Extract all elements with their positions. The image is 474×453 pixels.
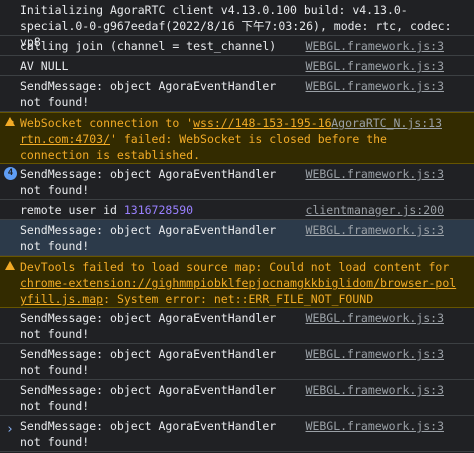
console-message: SendMessage: object AgoraEventHandler no… bbox=[0, 76, 474, 112]
source-link[interactable]: WEBGL.framework.js:3 bbox=[306, 78, 444, 94]
source-link[interactable]: WEBGL.framework.js:3 bbox=[306, 310, 444, 326]
source-link[interactable]: AgoraRTC_N.js:13 bbox=[331, 115, 442, 131]
message-text: SendMessage: object AgoraEventHandler no… bbox=[20, 383, 277, 413]
source-link[interactable]: clientmanager.js:200 bbox=[306, 202, 444, 218]
message-text: SendMessage: object AgoraEventHandler no… bbox=[20, 311, 277, 341]
remote-user-label: remote user id bbox=[20, 203, 124, 217]
console-message: SendMessage: object AgoraEventHandler no… bbox=[0, 416, 474, 452]
warning-suffix: : System error: net::ERR_FILE_NOT_FOUND bbox=[103, 292, 374, 306]
message-text: SendMessage: object AgoraEventHandler no… bbox=[20, 419, 277, 449]
console-message: calling join (channel = test_channel) WE… bbox=[0, 36, 474, 56]
message-text: remote user id 1316728590 bbox=[20, 202, 314, 218]
warning-text: DevTools failed to load source map: Coul… bbox=[20, 259, 460, 307]
console-warning: WebSocket connection to 'wss://148-153-1… bbox=[0, 112, 474, 164]
console-message: SendMessage: object AgoraEventHandler no… bbox=[0, 380, 474, 416]
console-prompt-icon[interactable]: › bbox=[6, 422, 14, 438]
warning-icon bbox=[5, 261, 15, 270]
message-text: SendMessage: object AgoraEventHandler no… bbox=[20, 167, 277, 197]
console-warning: DevTools failed to load source map: Coul… bbox=[0, 256, 474, 308]
warning-prefix: DevTools failed to load source map: Coul… bbox=[20, 260, 450, 274]
message-text: calling join (channel = test_channel) bbox=[20, 39, 277, 53]
source-link[interactable]: WEBGL.framework.js:3 bbox=[306, 346, 444, 362]
source-link[interactable]: WEBGL.framework.js:3 bbox=[306, 222, 444, 238]
source-link[interactable]: WEBGL.framework.js:3 bbox=[306, 418, 444, 434]
message-text: AV NULL bbox=[20, 59, 69, 73]
console-message: SendMessage: object AgoraEventHandler no… bbox=[0, 308, 474, 344]
source-link[interactable]: WEBGL.framework.js:3 bbox=[306, 166, 444, 182]
console-message: remote user id 1316728590 clientmanager.… bbox=[0, 200, 474, 220]
console-message: 4 SendMessage: object AgoraEventHandler … bbox=[0, 164, 474, 200]
warning-prefix: WebSocket connection to ' bbox=[20, 116, 194, 130]
message-text: SendMessage: object AgoraEventHandler no… bbox=[20, 79, 277, 109]
devtools-console: Initializing AgoraRTC client v4.13.0.100… bbox=[0, 0, 474, 453]
remote-user-id: 1316728590 bbox=[123, 203, 194, 217]
source-link[interactable]: WEBGL.framework.js:3 bbox=[306, 58, 444, 74]
expand-arrow-icon[interactable] bbox=[9, 118, 14, 126]
message-text: SendMessage: object AgoraEventHandler no… bbox=[20, 347, 277, 377]
console-message: SendMessage: object AgoraEventHandler no… bbox=[0, 220, 474, 256]
repeat-count-badge: 4 bbox=[4, 167, 17, 180]
message-text: SendMessage: object AgoraEventHandler no… bbox=[20, 223, 277, 253]
console-message: SendMessage: object AgoraEventHandler no… bbox=[0, 344, 474, 380]
console-message: AV NULL WEBGL.framework.js:3 bbox=[0, 56, 474, 76]
source-link[interactable]: WEBGL.framework.js:3 bbox=[306, 382, 444, 398]
console-message: Initializing AgoraRTC client v4.13.0.100… bbox=[0, 0, 474, 49]
source-link[interactable]: WEBGL.framework.js:3 bbox=[306, 38, 444, 54]
